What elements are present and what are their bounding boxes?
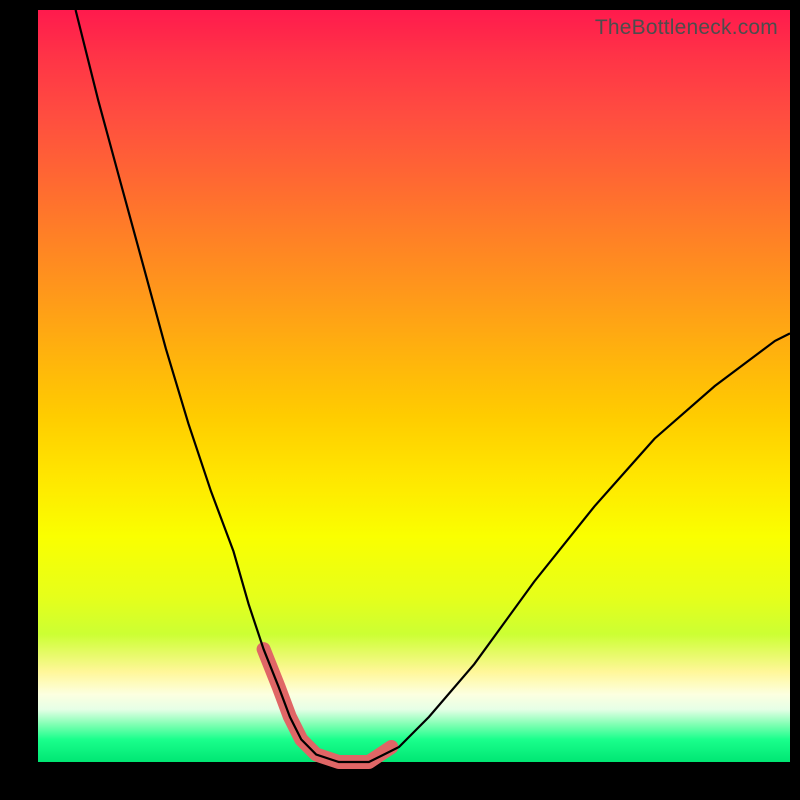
plot-area: TheBottleneck.com (38, 10, 790, 762)
chart-svg (38, 10, 790, 762)
curve-path (76, 10, 790, 762)
chart-frame: TheBottleneck.com (0, 0, 800, 800)
highlight-segment-path (264, 649, 392, 762)
